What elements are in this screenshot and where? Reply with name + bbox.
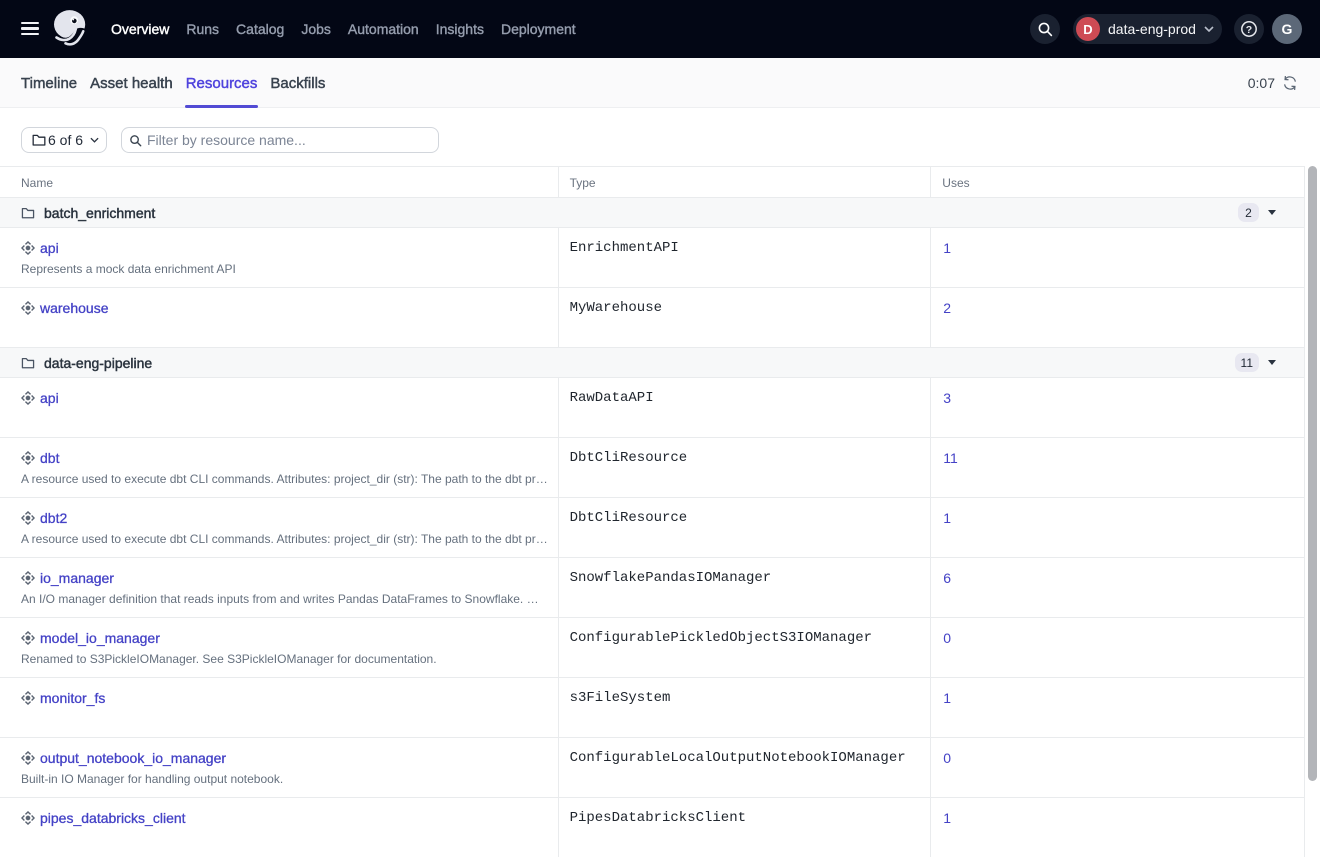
svg-text:?: ? [1246, 24, 1252, 36]
